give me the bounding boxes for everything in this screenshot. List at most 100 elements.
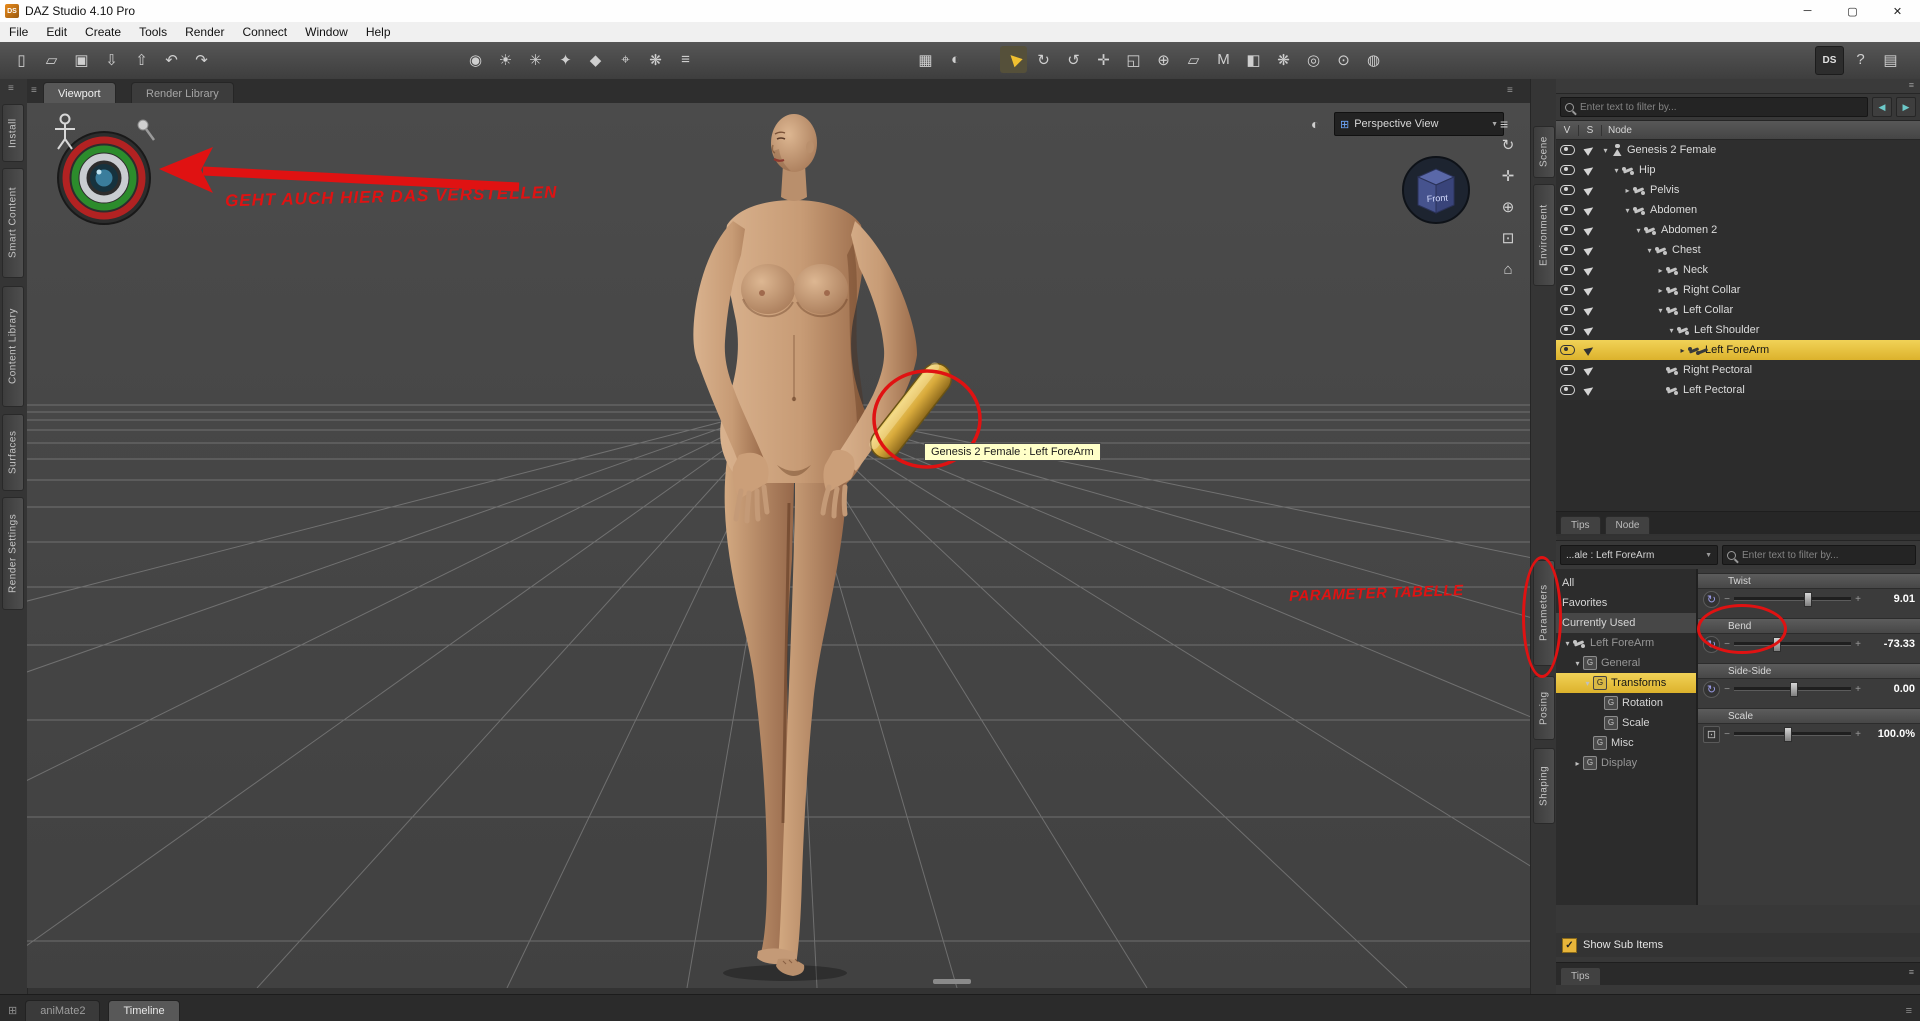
tree-row-left-forearm[interactable]: Left ForeArm xyxy=(1556,340,1920,360)
shear-tool-button[interactable]: ▱ xyxy=(1180,46,1207,73)
decrement-button[interactable]: − xyxy=(1723,594,1731,605)
minimize-button[interactable]: ─ xyxy=(1785,0,1830,22)
orbit-tool-button[interactable]: ↺ xyxy=(1060,46,1087,73)
slider-value[interactable]: 0.00 xyxy=(1865,683,1915,695)
visibility-eye-icon[interactable] xyxy=(1559,205,1575,215)
parameters-filter-box[interactable] xyxy=(1722,545,1916,565)
menu-help[interactable]: Help xyxy=(357,22,400,42)
scene-panel-menu-icon[interactable]: ≡ xyxy=(1909,80,1914,90)
expander-icon[interactable] xyxy=(1572,659,1583,668)
help-button[interactable]: ? xyxy=(1847,46,1874,73)
expander-icon[interactable] xyxy=(1600,146,1611,155)
visibility-eye-icon[interactable] xyxy=(1559,245,1575,255)
viewport-options-icon[interactable]: ≡ xyxy=(1507,85,1513,96)
group-misc[interactable]: Misc xyxy=(1556,733,1696,753)
dock-tab-content-library[interactable]: Content Library xyxy=(2,286,24,407)
dock-tab-scene[interactable]: Scene xyxy=(1533,126,1555,178)
slider-value[interactable]: 100.0% xyxy=(1865,728,1915,740)
group-general[interactable]: General xyxy=(1556,653,1696,673)
scale-tool-button[interactable]: ◱ xyxy=(1120,46,1147,73)
expander-icon[interactable] xyxy=(1611,166,1622,175)
create-point-light-button[interactable]: ✳ xyxy=(522,46,549,73)
visibility-eye-icon[interactable] xyxy=(1559,225,1575,235)
menu-create[interactable]: Create xyxy=(76,22,130,42)
translate-tool-button[interactable]: ✛ xyxy=(1090,46,1117,73)
menu-file[interactable]: File xyxy=(0,22,37,42)
expander-icon[interactable] xyxy=(1622,206,1633,215)
expander-icon[interactable] xyxy=(1562,639,1573,648)
camera-tool-button[interactable]: ◎ xyxy=(1300,46,1327,73)
visibility-eye-icon[interactable] xyxy=(1559,345,1575,355)
home-camera-button[interactable]: ⌂ xyxy=(1496,257,1520,281)
dock-tab-shaping[interactable]: Shaping xyxy=(1533,748,1555,824)
tree-row-left-shoulder[interactable]: Left Shoulder xyxy=(1556,320,1920,340)
scene-filter-input[interactable] xyxy=(1578,100,1863,114)
dock-tab-surfaces[interactable]: Surfaces xyxy=(2,414,24,491)
increment-button[interactable]: + xyxy=(1854,639,1862,650)
parameters-filter-input[interactable] xyxy=(1740,548,1911,562)
visibility-eye-icon[interactable] xyxy=(1559,325,1575,335)
selectability-cursor-icon[interactable] xyxy=(1583,324,1595,336)
orbit-camera-button[interactable]: ↻ xyxy=(1496,133,1520,157)
expander-icon[interactable] xyxy=(1655,286,1666,295)
create-null-button[interactable]: ⌖ xyxy=(612,46,639,73)
tree-row-chest[interactable]: Chest xyxy=(1556,240,1920,260)
pan-camera-button[interactable]: ✛ xyxy=(1496,164,1520,188)
create-camera-button[interactable]: ◉ xyxy=(462,46,489,73)
selectability-cursor-icon[interactable] xyxy=(1583,164,1595,176)
selectability-cursor-icon[interactable] xyxy=(1583,364,1595,376)
tree-row-pelvis[interactable]: Pelvis xyxy=(1556,180,1920,200)
show-sub-items-checkbox[interactable]: ✓ xyxy=(1562,937,1577,953)
tab-timeline[interactable]: Timeline xyxy=(108,1000,180,1021)
tree-row-right-pectoral[interactable]: Right Pectoral xyxy=(1556,360,1920,380)
decrement-button[interactable]: − xyxy=(1723,729,1731,740)
slider-knob[interactable] xyxy=(1789,682,1798,697)
more-options-button[interactable]: ▤ xyxy=(1877,46,1904,73)
expander-icon[interactable] xyxy=(1655,266,1666,275)
create-primitive-button[interactable]: ◆ xyxy=(582,46,609,73)
viewport-3d-canvas[interactable]: Front ◐ ⊞ Perspective View ▼ ≡ ↻ ✛ ⊕ ⊡ ⌂… xyxy=(27,103,1530,988)
tab-node[interactable]: Node xyxy=(1604,516,1651,534)
selectability-cursor-icon[interactable] xyxy=(1583,284,1595,296)
scene-filter-box[interactable] xyxy=(1560,97,1868,117)
viewport-list-icon[interactable]: ≡ xyxy=(1500,116,1508,132)
side-side-slider[interactable]: ↻ − + 0.00 xyxy=(1698,679,1920,699)
menu-connect[interactable]: Connect xyxy=(233,22,296,42)
render-button[interactable]: ◍ xyxy=(1360,46,1387,73)
genesis-2-female-figure[interactable] xyxy=(693,114,982,981)
expander-icon[interactable] xyxy=(1633,226,1644,235)
create-dform-button[interactable]: ❋ xyxy=(642,46,669,73)
dock-tab-environment[interactable]: Environment xyxy=(1533,184,1555,286)
menu-tools[interactable]: Tools xyxy=(130,22,176,42)
align-button[interactable]: ≡ xyxy=(672,46,699,73)
group-all[interactable]: All xyxy=(1556,573,1696,593)
menu-edit[interactable]: Edit xyxy=(37,22,76,42)
expander-icon[interactable] xyxy=(1677,346,1688,355)
surface-selection-tool-button[interactable]: ◧ xyxy=(1240,46,1267,73)
tab-animate2[interactable]: aniMate2 xyxy=(25,1000,101,1021)
tree-row-neck[interactable]: Neck xyxy=(1556,260,1920,280)
slider-track[interactable] xyxy=(1734,682,1851,697)
tree-row-left-collar[interactable]: Left Collar xyxy=(1556,300,1920,320)
open-file-button[interactable]: ▱ xyxy=(38,46,65,73)
viewport-pane-menu-icon[interactable]: ≡ xyxy=(31,85,37,96)
selectability-cursor-icon[interactable] xyxy=(1583,384,1595,396)
selectability-cursor-icon[interactable] xyxy=(1583,304,1595,316)
visibility-eye-icon[interactable] xyxy=(1559,285,1575,295)
menu-window[interactable]: Window xyxy=(296,22,357,42)
expander-icon[interactable] xyxy=(1582,679,1593,688)
filter-prev-button[interactable]: ◀ xyxy=(1872,97,1892,117)
selectability-cursor-icon[interactable] xyxy=(1583,184,1595,196)
expander-icon[interactable] xyxy=(1622,186,1633,195)
left-dock-menu-icon[interactable]: ≡ xyxy=(8,83,14,94)
group-display[interactable]: Display xyxy=(1556,753,1696,773)
filter-next-button[interactable]: ▶ xyxy=(1896,97,1916,117)
visibility-eye-icon[interactable] xyxy=(1559,305,1575,315)
visibility-eye-icon[interactable] xyxy=(1559,365,1575,375)
dock-tab-smart-content[interactable]: Smart Content xyxy=(2,168,24,278)
undo-button[interactable]: ↶ xyxy=(158,46,185,73)
create-distant-light-button[interactable]: ☀ xyxy=(492,46,519,73)
tree-row-abdomen-2[interactable]: Abdomen 2 xyxy=(1556,220,1920,240)
slider-track[interactable] xyxy=(1734,592,1851,607)
pin-icon[interactable] xyxy=(137,119,156,141)
